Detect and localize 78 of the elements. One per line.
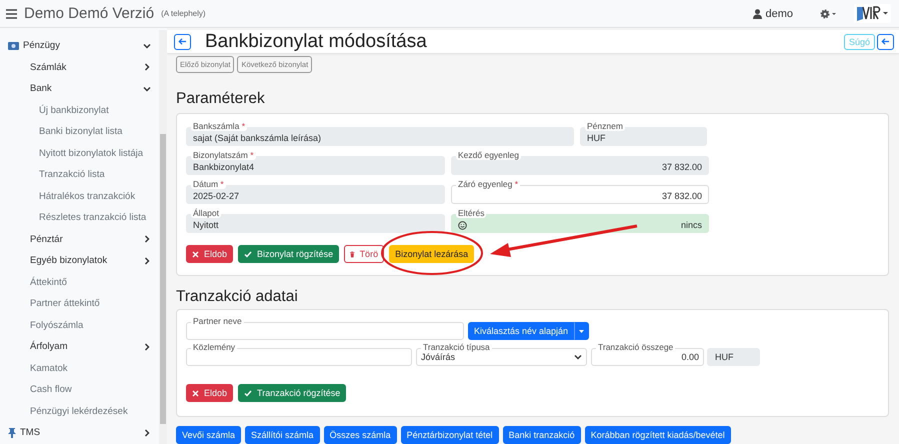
sidebar-item[interactable]: Cash flow [0,379,159,400]
field-label: Záró egyenleg * [456,180,520,189]
page-title: Bankbizonylat módosítása [205,30,428,52]
sidebar-item[interactable]: Partner áttekintő [0,293,159,314]
user-menu[interactable]: demo [753,8,793,20]
field-label: Tranzakció típusa [421,343,492,352]
action-button[interactable]: Eldob [186,245,234,263]
field-label: Pénznem [585,122,625,131]
check-icon [244,390,252,396]
sidebar-item[interactable]: Pénztár [0,228,159,250]
sidebar-item[interactable]: Banki bizonylat lista [0,121,159,142]
field-label: Tranzakció összege [596,343,676,352]
sidebar-item[interactable]: Áttekintő [0,272,159,293]
link-button[interactable]: Vevői számla [176,426,242,444]
field-label: Kezdő egyenleg [456,151,521,160]
sidebar-item[interactable]: Tranzakció lista [0,164,159,186]
sidebar-item[interactable]: Árfolyam [0,336,159,358]
sidebar-item[interactable]: Kamatok [0,358,159,379]
site-label: (A telephely) [161,9,207,18]
sidebar-item[interactable]: Pénzügyi lekérdezések [0,400,159,422]
chevron-down-icon [574,353,582,361]
chevron-down-icon [143,42,151,50]
back-button[interactable] [877,34,894,50]
pin-icon [8,428,16,438]
field-label: Állapot [191,209,221,218]
sidebar-item[interactable]: Számlák [0,56,159,78]
sidebar-item[interactable]: Bank [0,78,159,100]
chevron-right-icon [143,63,151,72]
chevron-right-icon [143,428,151,437]
smiley-icon [458,220,467,230]
field-label: Partner neve [191,317,244,326]
dropdown-button[interactable] [574,322,590,340]
sidebar-item[interactable]: Részletes tranzakció lista [0,207,159,228]
sidebar-item[interactable]: Folyószámla [0,314,159,336]
scrollbar[interactable] [159,30,167,444]
back-button[interactable] [174,34,191,50]
link-button[interactable]: Banki tranzakció [502,426,581,444]
chevron-right-icon [143,256,151,265]
sidebar-item[interactable]: Pénzügy [0,35,159,56]
action-button[interactable]: Bizonylat lezárása [389,245,474,263]
action-button[interactable]: Eldob [186,384,234,402]
link-button[interactable]: Szállítói számla [245,426,320,444]
action-button[interactable]: Bizonylat rögzítése [238,245,340,263]
field-label: Bankszámla * [191,122,247,131]
currency-label: HUF [707,348,760,366]
sidebar-item[interactable]: Egyéb bizonylatok [0,250,159,272]
section-title: Tranzakció adatai [176,288,299,306]
field-label: Eltérés [456,209,486,218]
trash-icon [350,250,355,258]
chevron-down-icon [143,84,151,93]
action-button[interactable]: Törö [344,245,384,263]
sidebar-item[interactable]: Hátralékos tranzakciók [0,186,159,207]
link-button[interactable]: Összes számla [324,426,397,444]
arrow-left-icon [881,37,890,46]
link-button[interactable]: Korábban rögzített kiadás/bevétel [584,426,731,444]
chevron-right-icon [143,342,151,351]
settings-icon[interactable] [820,8,837,18]
link-button[interactable]: Pénztárbizonylat tétel [400,426,499,444]
close-icon [192,390,199,396]
select-button[interactable]: Kiválasztás név alapján [468,322,574,340]
arrow-left-icon [178,37,187,46]
caret-icon [579,330,584,332]
field-label: Dátum * [191,180,226,189]
action-button[interactable]: Tranzakció rögzítése [238,384,346,402]
chevron-right-icon [143,235,151,244]
close-icon [192,250,199,258]
sidebar-item[interactable]: TMS [0,422,159,444]
sidebar-item[interactable]: Új bankbizonylat [0,100,159,121]
field-label: Bizonylatszám * [191,151,256,160]
logo-icon[interactable] [854,4,891,23]
sidebar-item[interactable]: Nyitott bizonylatok listája [0,142,159,164]
menu-icon[interactable] [6,8,17,18]
section-title: Paraméterek [176,90,266,108]
field-label: Közlemény [191,343,238,352]
app-title: Demo Demó Verzió [24,5,154,22]
check-icon [244,250,252,258]
money-icon [8,42,19,50]
user-icon [753,8,762,18]
